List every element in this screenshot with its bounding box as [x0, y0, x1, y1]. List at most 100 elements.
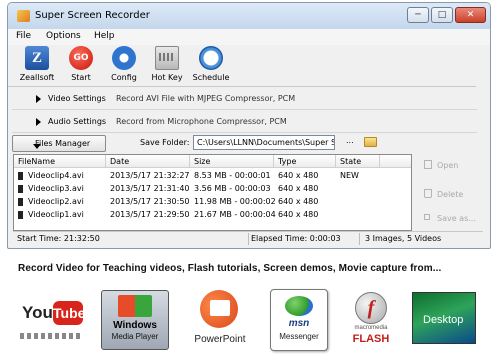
flash-icon: f	[355, 292, 387, 324]
zeallsoft-label: Zeallsoft	[19, 73, 55, 82]
cell-size: 3.56 MB - 00:00:03	[194, 184, 271, 193]
audio-settings-description: Record from Microphone Compressor, PCM	[116, 117, 287, 126]
youtube-logo: You Tube	[20, 297, 85, 343]
cell-filename: Videoclip1.avi	[28, 210, 84, 219]
cell-type: 640 x 480	[278, 171, 319, 180]
file-icon	[18, 185, 23, 193]
player-controls-icon	[20, 333, 80, 339]
cell-filename: Videoclip3.avi	[28, 184, 84, 193]
menu-file[interactable]: File	[16, 31, 31, 41]
status-divider	[248, 233, 249, 245]
cell-date: 2013/5/17 21:32:27	[110, 171, 190, 180]
slide-icon	[210, 300, 230, 316]
cell-size: 8.53 MB - 00:00:01	[194, 171, 271, 180]
table-row[interactable]: Videoclip4.avi 2013/5/17 21:32:27 8.53 M…	[14, 170, 411, 182]
app-icon	[17, 10, 30, 22]
hotkey-button[interactable]: Hot Key	[144, 46, 190, 82]
desktop-label: Desktop	[423, 314, 464, 326]
cell-size: 21.67 MB - 00:00:04	[194, 210, 276, 219]
column-header-filename[interactable]: FileName	[14, 155, 106, 168]
file-icon	[18, 172, 23, 180]
delete-button[interactable]: Delete	[437, 190, 463, 199]
column-header-type[interactable]: Type	[274, 155, 336, 168]
gear-icon	[112, 46, 136, 70]
status-bar: Start Time: 21:32:50 Elapsed Time: 0:00:…	[13, 231, 483, 246]
config-label: Config	[111, 73, 137, 82]
files-manager-label: Files Manager	[35, 139, 91, 148]
window-title: Super Screen Recorder	[35, 10, 150, 21]
schedule-button[interactable]: Schedule	[188, 46, 234, 82]
desktop-logo: Desktop	[412, 292, 476, 344]
browse-button[interactable]: ...	[346, 136, 354, 145]
cell-date: 2013/5/17 21:29:50	[110, 210, 190, 219]
column-header-date[interactable]: Date	[106, 155, 190, 168]
flash-label: FLASH	[352, 333, 390, 345]
save-as-button[interactable]: Save as...	[437, 214, 476, 223]
config-button[interactable]: Config	[101, 46, 147, 82]
file-icon	[18, 211, 23, 219]
powerpoint-logo: PowerPoint	[188, 290, 252, 352]
file-count-status: 3 Images, 5 Videos	[365, 234, 442, 243]
promo-headline: Record Video for Teaching videos, Flash …	[18, 263, 442, 274]
menu-help[interactable]: Help	[94, 31, 115, 41]
elapsed-time-status: Elapsed Time: 0:00:03	[251, 234, 341, 243]
flash-brand-small: macromedia	[354, 325, 388, 331]
youtube-you-text: You	[22, 303, 53, 322]
powerpoint-label: PowerPoint	[194, 334, 246, 345]
start-label: Start	[71, 73, 91, 82]
column-header-state[interactable]: State	[336, 155, 380, 168]
hotkey-label: Hot Key	[151, 73, 183, 82]
title-bar[interactable]: Super Screen Recorder ─ □ ✕	[8, 3, 490, 29]
save-folder-label: Save Folder:	[140, 138, 190, 147]
cell-state: NEW	[340, 171, 359, 180]
zeallsoft-button[interactable]: Z Zeallsoft	[14, 46, 60, 82]
save-folder-input[interactable]: C:\Users\LLNN\Documents\Super Sc	[193, 135, 335, 150]
minimize-button[interactable]: ─	[407, 7, 429, 23]
close-button[interactable]: ✕	[455, 7, 486, 23]
files-manager-button[interactable]: Files Manager	[12, 135, 106, 152]
open-button[interactable]: Open	[437, 161, 458, 170]
wmp-line1: Windows	[113, 320, 157, 331]
status-divider	[359, 233, 360, 245]
start-button[interactable]: GO Start	[58, 46, 104, 82]
schedule-label: Schedule	[192, 73, 230, 82]
table-row[interactable]: Videoclip3.avi 2013/5/17 21:31:40 3.56 M…	[14, 183, 411, 195]
save-icon	[424, 214, 430, 220]
folder-icon[interactable]	[364, 137, 377, 147]
toolbar: Z Zeallsoft GO Start Config Hot Key Sche…	[8, 43, 476, 87]
column-header-blank	[380, 155, 411, 168]
table-row[interactable]: Videoclip1.avi 2013/5/17 21:29:50 21.67 …	[14, 209, 411, 221]
youtube-tube-text: Tube	[53, 301, 85, 325]
cell-type: 640 x 480	[278, 197, 319, 206]
keyboard-icon	[155, 46, 179, 70]
file-table[interactable]: FileName Date Size Type State Videoclip4…	[13, 154, 412, 231]
video-settings-description: Record AVI File with MJPEG Compressor, P…	[116, 94, 296, 103]
windows-flag-icon	[118, 295, 152, 317]
trash-icon	[424, 189, 432, 198]
maximize-button[interactable]: □	[431, 7, 453, 23]
cell-type: 640 x 480	[278, 210, 319, 219]
zeallsoft-logo-icon: Z	[25, 46, 49, 70]
cell-date: 2013/5/17 21:30:50	[110, 197, 190, 206]
video-settings-row[interactable]: Video Settings Record AVI File with MJPE…	[12, 89, 477, 110]
open-icon	[424, 160, 432, 169]
file-icon	[18, 198, 23, 206]
audio-settings-row[interactable]: Audio Settings Record from Microphone Co…	[12, 112, 477, 133]
windows-media-player-logo: Windows Media Player	[101, 290, 169, 350]
msn-messenger-logo: msn Messenger	[270, 289, 328, 351]
wmp-line2: Media Player	[111, 332, 159, 341]
go-start-icon: GO	[69, 46, 93, 70]
clock-icon	[199, 46, 223, 70]
cell-size: 11.98 MB - 00:00:02	[194, 197, 276, 206]
msn-brand: msn	[288, 318, 310, 329]
menu-options[interactable]: Options	[46, 31, 81, 41]
msn-label: Messenger	[279, 332, 319, 341]
table-row[interactable]: Videoclip2.avi 2013/5/17 21:30:50 11.98 …	[14, 196, 411, 208]
cell-date: 2013/5/17 21:31:40	[110, 184, 190, 193]
column-header-size[interactable]: Size	[190, 155, 274, 168]
cell-type: 640 x 480	[278, 184, 319, 193]
start-time-status: Start Time: 21:32:50	[17, 234, 100, 243]
audio-settings-label: Audio Settings	[48, 117, 107, 126]
expand-arrow-icon	[36, 95, 41, 103]
msn-butterfly-icon	[285, 296, 313, 316]
